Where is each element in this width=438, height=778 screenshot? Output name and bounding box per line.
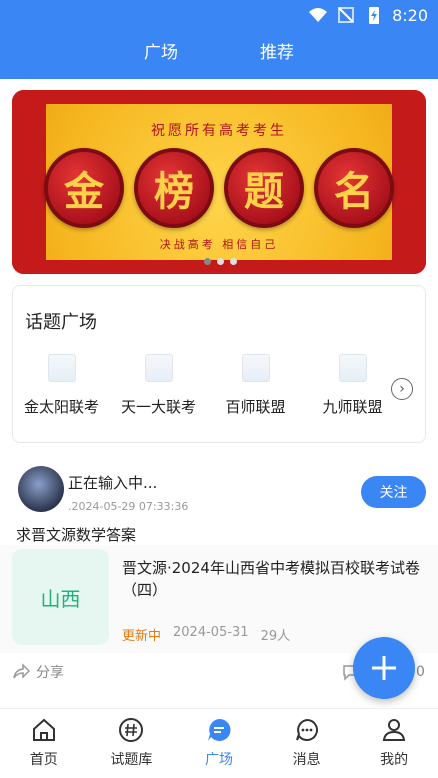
topic-thumbnail <box>144 354 173 382</box>
carousel-dot[interactable] <box>204 258 211 265</box>
exam-card[interactable]: 山西 晋文源·2024年山西省中考模拟百校联考试卷（四） 更新中 2024-05… <box>0 545 438 653</box>
comment-count: 0 <box>416 664 425 680</box>
nav-label: 我的 <box>380 752 409 768</box>
post-time: .2024-05-29 07:33:36 <box>68 500 189 513</box>
status-time: 8:20 <box>392 5 428 25</box>
share-icon <box>13 663 30 679</box>
topic-label: 天一大联考 <box>120 398 196 416</box>
exam-meta: 更新中 2024-05-31 29人 <box>122 625 290 644</box>
banner-character: 题 <box>224 148 304 228</box>
nav-item-home[interactable]: 首页 <box>0 709 88 778</box>
banner-character: 金 <box>44 148 124 228</box>
banner-carousel[interactable]: 祝愿所有高考考生 金 榜 题 名 决战高考 相信自己 <box>12 90 426 274</box>
topic-square-card: 话题广场 金太阳联考 天一大联考 百师联盟 九师联盟 › <box>12 285 426 443</box>
user-name[interactable]: 正在输入中... <box>68 472 157 493</box>
message-icon <box>295 718 318 741</box>
post-title[interactable]: 求晋文源数学答案 <box>16 524 136 545</box>
topic-item[interactable]: 百师联盟 <box>207 354 304 417</box>
banner-slogan-bottom: 决战高考 相信自己 <box>159 238 279 251</box>
exam-date: 2024-05-31 <box>173 625 249 640</box>
banner-character: 名 <box>314 148 394 228</box>
plus-icon <box>372 656 396 680</box>
nav-item-square[interactable]: 广场 <box>175 709 263 778</box>
tab-square[interactable]: 广场 <box>138 36 184 65</box>
topic-item[interactable]: 天一大联考 <box>110 354 207 417</box>
topic-label: 百师联盟 <box>225 398 286 416</box>
banner-slogan-top: 祝愿所有高考考生 <box>151 123 287 139</box>
topic-label: 金太阳联考 <box>23 398 99 416</box>
no-signal-icon <box>338 7 355 23</box>
banner-character: 榜 <box>134 148 214 228</box>
status-bar: 8:20 <box>308 5 428 25</box>
topic-list: 金太阳联考 天一大联考 百师联盟 九师联盟 <box>13 354 403 417</box>
nav-label: 首页 <box>29 752 58 768</box>
topic-thumbnail <box>47 354 76 382</box>
topic-item[interactable]: 金太阳联考 <box>13 354 110 417</box>
top-tabs: 广场 推荐 <box>0 36 438 65</box>
hash-icon <box>119 718 144 742</box>
share-button[interactable]: 分享 <box>12 662 64 682</box>
chat-bubble-icon <box>207 718 231 741</box>
nav-item-messages[interactable]: 消息 <box>263 709 351 778</box>
exam-name: 晋文源·2024年山西省中考模拟百校联考试卷（四） <box>122 559 420 599</box>
avatar[interactable] <box>18 466 64 512</box>
nav-item-profile[interactable]: 我的 <box>350 709 438 778</box>
wifi-icon <box>309 8 328 22</box>
bottom-nav: 首页 试题库 广场 消息 我的 <box>0 708 438 778</box>
nav-item-question-bank[interactable]: 试题库 <box>88 709 176 778</box>
tab-recommend[interactable]: 推荐 <box>254 36 300 65</box>
banner-medals: 金 榜 题 名 <box>12 148 426 228</box>
nav-label: 消息 <box>292 752 321 768</box>
chevron-right-icon[interactable]: › <box>391 378 413 400</box>
banner-frame <box>12 90 426 104</box>
app-header: 8:20 广场 推荐 <box>0 0 438 79</box>
carousel-dot[interactable] <box>230 258 237 265</box>
nav-label: 试题库 <box>110 752 153 768</box>
exam-cover: 山西 <box>12 549 109 645</box>
home-icon <box>32 718 55 741</box>
user-icon <box>383 719 406 741</box>
add-post-button[interactable] <box>353 637 415 699</box>
exam-participant-count: 29人 <box>260 629 291 644</box>
status-badge: 更新中 <box>122 629 162 644</box>
carousel-dot[interactable] <box>217 258 224 265</box>
topic-square-title: 话题广场 <box>25 312 97 333</box>
carousel-indicator <box>204 258 237 265</box>
topic-thumbnail <box>241 354 270 382</box>
follow-button[interactable]: 关注 <box>361 476 426 508</box>
battery-icon <box>369 7 380 24</box>
nav-label: 广场 <box>204 752 233 768</box>
topic-item[interactable]: 九师联盟 <box>304 354 401 417</box>
topic-thumbnail <box>338 354 367 382</box>
share-label: 分享 <box>36 665 64 681</box>
topic-label: 九师联盟 <box>322 398 383 416</box>
